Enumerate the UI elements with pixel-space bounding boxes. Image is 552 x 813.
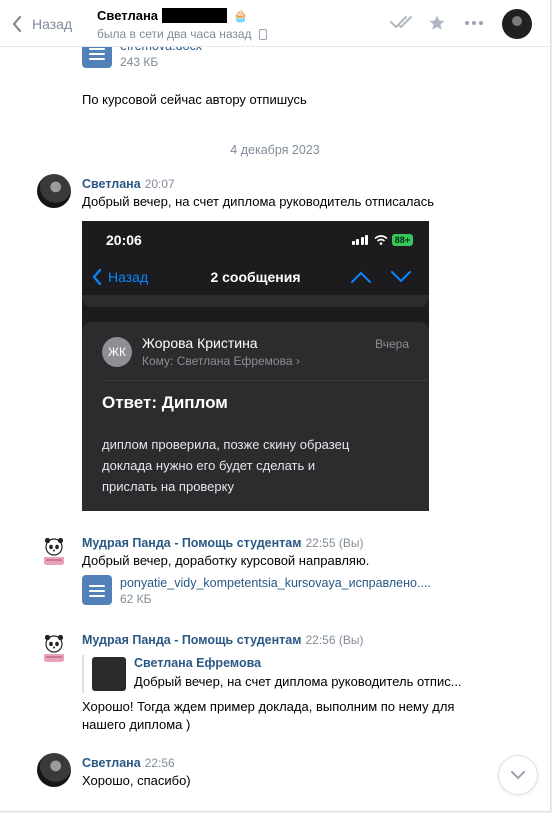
chat-window: Назад Светлана 🧁 была в сети два часа на…	[0, 0, 551, 812]
message-text: По курсовой сейчас автору отпишусь	[82, 92, 307, 107]
avatar[interactable]	[37, 174, 71, 208]
scroll-down-button[interactable]	[498, 755, 538, 795]
battery-icon: 88+	[391, 234, 413, 246]
doc-icon	[82, 575, 112, 605]
mail-subject: Ответ: Диплом	[102, 393, 228, 412]
phone-status-icons: 88+	[351, 234, 413, 246]
author-name: Светлана	[82, 177, 141, 191]
sender-initials: ЖК	[102, 337, 132, 367]
mail-to-name: Светлана Ефремова	[176, 354, 293, 368]
message-author[interactable]: Мудрая Панда - Помощь студентам 22:55 (Вы…	[82, 536, 363, 550]
wifi-icon	[374, 235, 388, 245]
photo-attachment[interactable]: 20:06 88+ Назад 2 сообщения ЖК Жорова Кр…	[82, 221, 429, 511]
back-button[interactable]: Назад	[12, 12, 72, 36]
attached-document[interactable]: ponyatie_vidy_kompetentsia_kursovaya_исп…	[82, 575, 431, 607]
message-author[interactable]: Светлана 20:07	[82, 177, 175, 191]
message-text: Хорошо, спасибо)	[82, 773, 191, 788]
phone-icon	[258, 28, 267, 40]
read-checks-icon[interactable]	[390, 15, 416, 29]
chevron-down-icon	[391, 271, 411, 283]
reply-text: Добрый вечер, на счет диплома руководите…	[134, 674, 462, 689]
panda-avatar-icon	[44, 634, 64, 662]
mail-body: диплом проверила, позже скину образец до…	[102, 437, 350, 494]
peer-avatar[interactable]	[502, 9, 532, 39]
mail-sender: Жорова Кристина	[142, 335, 258, 351]
message-time[interactable]: 22:55 (Вы)	[305, 536, 363, 550]
panda-avatar-icon	[44, 537, 64, 565]
avatar[interactable]	[37, 630, 71, 664]
mail-to-label: Кому:	[142, 354, 174, 368]
back-label: Назад	[32, 16, 73, 32]
peer-name-text: Светлана	[97, 8, 159, 23]
mail-arrows	[351, 271, 411, 283]
document-size: 243 КБ	[120, 55, 159, 69]
message-text: Добрый вечер, доработку курсовой направл…	[82, 553, 370, 568]
divider	[102, 380, 429, 381]
mail-date: Вчера	[375, 337, 409, 351]
message-time[interactable]: 22:56 (Вы)	[305, 633, 363, 647]
author-name: Светлана	[82, 756, 141, 770]
more-icon[interactable]	[464, 20, 484, 26]
author-name: Мудрая Панда - Помощь студентам	[82, 536, 302, 550]
chevron-left-icon	[12, 16, 22, 32]
star-icon[interactable]	[428, 14, 446, 32]
peer-name[interactable]: Светлана 🧁	[97, 8, 248, 23]
date-separator: 4 декабря 2023	[230, 143, 320, 157]
document-size: 62 КБ	[120, 592, 152, 606]
phone-status-time: 20:06	[106, 232, 142, 248]
message-author[interactable]: Светлана 22:56	[82, 756, 175, 770]
message-text: Хорошо! Тогда ждем пример доклада, выпол…	[82, 699, 455, 732]
emoji-status-icon: 🧁	[233, 8, 248, 23]
document-name: ponyatie_vidy_kompetentsia_kursovaya_исп…	[120, 576, 431, 590]
chat-header: Назад Светлана 🧁 была в сети два часа на…	[0, 0, 550, 47]
message-time[interactable]: 20:07	[145, 177, 175, 191]
avatar[interactable]	[37, 533, 71, 567]
reply-author: Светлана Ефремова	[134, 656, 262, 670]
redacted-surname	[162, 8, 228, 23]
reply-thumbnail	[92, 657, 126, 691]
message-time[interactable]: 22:56	[145, 756, 175, 770]
online-status-text: была в сети два часа назад	[97, 27, 252, 41]
mail-card: ЖК Жорова Кристина Кому: Светлана Ефремо…	[82, 322, 429, 511]
previous-mail-card	[82, 295, 429, 307]
chevron-up-icon	[351, 271, 371, 283]
message-author[interactable]: Мудрая Панда - Помощь студентам 22:56 (Вы…	[82, 633, 363, 647]
signal-icon	[351, 235, 370, 245]
message-text: Добрый вечер, на счет диплома руководите…	[82, 194, 435, 209]
mail-recipient: Кому: Светлана Ефремова ›	[142, 354, 300, 368]
mail-nav: Назад 2 сообщения	[82, 265, 429, 291]
avatar[interactable]	[37, 753, 71, 787]
reply-quote[interactable]: Светлана Ефремова Добрый вечер, на счет …	[82, 655, 462, 693]
author-name: Мудрая Панда - Помощь студентам	[82, 633, 302, 647]
chevron-down-icon	[511, 770, 525, 779]
online-status: была в сети два часа назад	[97, 27, 267, 41]
